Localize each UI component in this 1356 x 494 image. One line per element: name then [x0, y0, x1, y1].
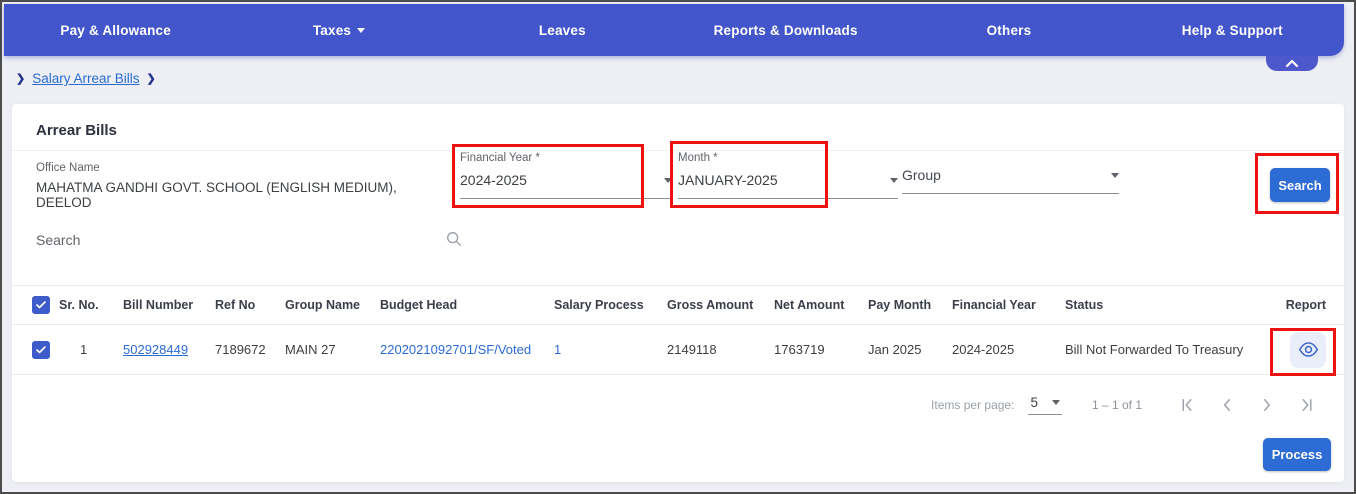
items-per-page-label: Items per page: — [931, 398, 1015, 412]
column-header-status: Status — [1065, 298, 1104, 312]
divider — [12, 150, 1344, 151]
search-button[interactable]: Search — [1270, 168, 1330, 202]
bill-number-link[interactable]: 502928449 — [123, 342, 188, 357]
column-header-ref-no: Ref No — [215, 298, 256, 312]
dropdown-arrow-icon[interactable] — [890, 177, 898, 183]
cell-financial-year: 2024-2025 — [952, 342, 1015, 357]
field-underline — [678, 198, 898, 199]
dropdown-arrow-icon[interactable] — [1111, 172, 1119, 178]
arrear-bills-page: { "colors": { "nav_blue": "#4355cb", "bu… — [0, 0, 1356, 494]
table-header-row: Sr. No. Bill Number Ref No Group Name Bu… — [12, 285, 1344, 325]
month-value: JANUARY-2025 — [678, 172, 778, 188]
row-checkbox[interactable] — [32, 340, 50, 359]
month-select[interactable]: Month * JANUARY-2025 — [678, 152, 898, 199]
group-placeholder: Group — [902, 167, 941, 183]
nav-item-taxes[interactable]: Taxes — [227, 23, 450, 38]
page-title: Arrear Bills — [36, 122, 117, 139]
dropdown-arrow-icon — [1051, 400, 1060, 405]
salary-process-link[interactable]: 1 — [554, 342, 561, 357]
column-header-group-name: Group Name — [285, 298, 361, 312]
navbar-collapse-button[interactable] — [1266, 56, 1318, 71]
chevron-down-icon — [357, 27, 366, 33]
nav-label: Reports & Downloads — [713, 22, 858, 38]
checkmark-icon — [36, 301, 46, 309]
cell-sr-no: 1 — [80, 342, 88, 357]
column-header-financial-year: Financial Year — [952, 298, 1036, 312]
month-label: Month * — [678, 152, 718, 164]
financial-year-value: 2024-2025 — [460, 172, 527, 188]
cell-status: Bill Not Forwarded To Treasury — [1065, 342, 1244, 357]
top-navbar: Pay & Allowance Taxes Leaves Reports & D… — [4, 4, 1344, 56]
office-name-value: MAHATMA GANDHI GOVT. SCHOOL (ENGLISH MED… — [36, 180, 397, 210]
field-underline — [460, 198, 672, 199]
nav-item-pay-allowance[interactable]: Pay & Allowance — [4, 23, 227, 38]
table-row: 1 502928449 7189672 MAIN 27 220202109270… — [12, 325, 1344, 375]
select-all-checkbox[interactable] — [32, 296, 50, 314]
chevron-left-icon — [1224, 399, 1230, 411]
group-select[interactable]: Group — [902, 164, 1119, 194]
nav-label: Pay & Allowance — [60, 22, 171, 38]
chevron-up-icon — [1285, 59, 1299, 68]
cell-group-name: MAIN 27 — [285, 342, 336, 357]
page-range-label: 1 – 1 of 1 — [1091, 398, 1142, 412]
breadcrumb-chevron-icon: ❯ — [16, 73, 26, 85]
table-search-field — [36, 230, 467, 254]
chevron-right-icon — [1264, 399, 1270, 411]
breadcrumb-link-salary-arrear-bills[interactable]: Salary Arrear Bills — [32, 71, 139, 86]
cell-gross-amount: 2149118 — [667, 342, 717, 357]
next-page-button[interactable] — [1258, 396, 1276, 414]
items-per-page-value: 5 — [1030, 395, 1038, 410]
last-page-button[interactable] — [1298, 396, 1316, 414]
cell-net-amount: 1763719 — [774, 342, 825, 357]
view-report-button[interactable] — [1290, 331, 1326, 368]
financial-year-select[interactable]: Financial Year * 2024-2025 — [460, 152, 672, 199]
nav-label: Leaves — [538, 22, 586, 38]
dropdown-arrow-icon[interactable] — [664, 177, 672, 183]
items-per-page-select[interactable]: 5 — [1028, 395, 1062, 415]
column-header-bill-number: Bill Number — [123, 298, 194, 312]
office-name-label: Office Name — [36, 162, 100, 174]
nav-label: Help & Support — [1181, 22, 1283, 38]
column-header-pay-month: Pay Month — [868, 298, 932, 312]
process-button[interactable]: Process — [1263, 438, 1331, 471]
first-page-button[interactable] — [1178, 396, 1196, 414]
search-input[interactable] — [36, 230, 467, 254]
column-header-sr-no: Sr. No. — [59, 298, 99, 312]
cell-pay-month: Jan 2025 — [868, 342, 922, 357]
column-header-salary-process: Salary Process — [554, 298, 644, 312]
budget-head-link[interactable]: 2202021092701/SF/Voted — [380, 342, 531, 357]
column-header-net-amount: Net Amount — [774, 298, 845, 312]
arrear-bills-card: Arrear Bills Office Name MAHATMA GANDHI … — [12, 104, 1344, 482]
search-icon — [445, 230, 463, 253]
nav-item-reports-downloads[interactable]: Reports & Downloads — [674, 23, 897, 38]
nav-label: Others — [986, 22, 1032, 38]
cell-ref-no: 7189672 — [215, 342, 266, 357]
breadcrumb: ❯ Salary Arrear Bills ❯ — [16, 71, 156, 86]
eye-icon — [1298, 342, 1318, 357]
previous-page-button[interactable] — [1218, 396, 1236, 414]
checkmark-icon — [36, 345, 46, 353]
nav-item-others[interactable]: Others — [897, 23, 1120, 38]
first-page-icon — [1182, 399, 1192, 411]
paginator: Items per page: 5 1 – 1 of 1 — [931, 390, 1316, 420]
column-header-budget-head: Budget Head — [380, 298, 458, 312]
column-header-report: Report — [1285, 298, 1326, 312]
nav-item-leaves[interactable]: Leaves — [451, 23, 674, 38]
breadcrumb-chevron-icon: ❯ — [146, 73, 156, 85]
arrear-bills-table: Sr. No. Bill Number Ref No Group Name Bu… — [12, 285, 1344, 375]
last-page-icon — [1302, 399, 1312, 411]
nav-label: Taxes — [312, 22, 352, 38]
field-underline — [902, 193, 1119, 194]
office-name-block: Office Name MAHATMA GANDHI GOVT. SCHOOL … — [36, 162, 446, 210]
nav-item-help-support[interactable]: Help & Support — [1121, 23, 1344, 38]
column-header-gross-amount: Gross Amount — [667, 298, 754, 312]
financial-year-label: Financial Year * — [460, 152, 540, 164]
